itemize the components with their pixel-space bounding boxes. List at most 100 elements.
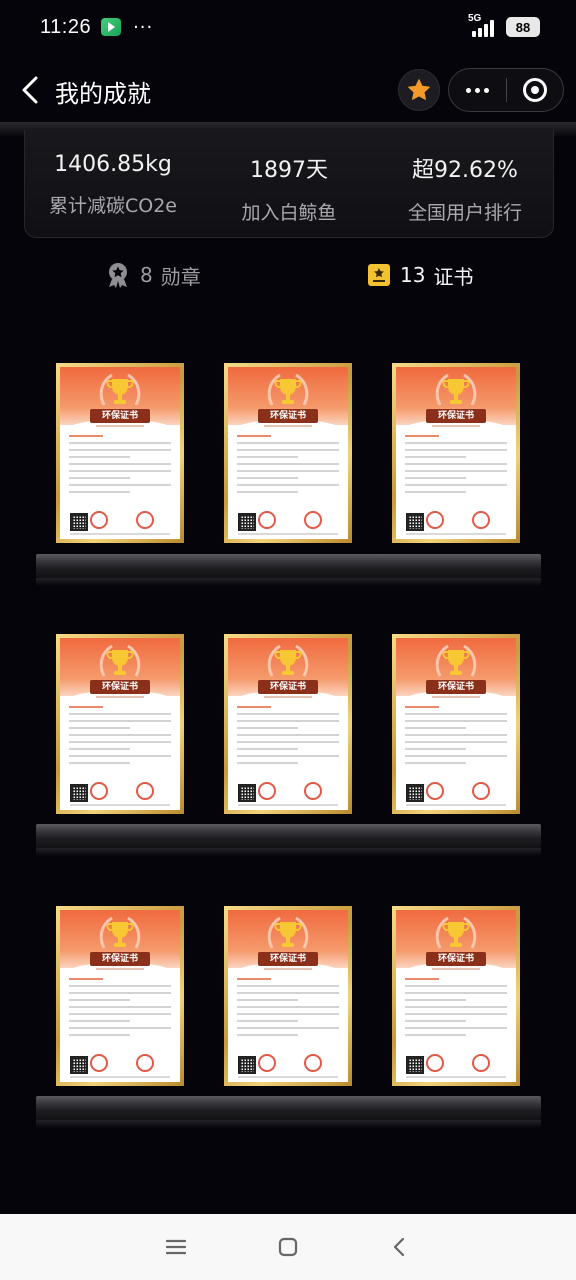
seal-icon: [426, 511, 444, 529]
shelf: [36, 554, 541, 586]
certificate-paper: 环保证书: [228, 910, 348, 1082]
certificate-body: [237, 435, 339, 498]
certificate-card[interactable]: 环保证书: [224, 363, 352, 543]
back-button[interactable]: [14, 72, 50, 108]
certificate-card[interactable]: 环保证书: [392, 906, 520, 1086]
page-title: 我的成就: [55, 80, 151, 108]
certificate-title: 环保证书: [426, 952, 486, 966]
seal-icon: [90, 782, 108, 800]
stat-rank: 超92.62% 全国用户排行: [377, 130, 553, 237]
certificate-paper: 环保证书: [228, 638, 348, 810]
trophy-icon: [435, 644, 477, 677]
trophy-icon: [267, 916, 309, 949]
signal-icon: 5G: [468, 13, 498, 37]
close-mini-program-button[interactable]: [506, 68, 563, 112]
status-bar: 11:26 ··· 5G 88: [0, 0, 576, 54]
stat-value: 1406.85kg: [54, 152, 172, 177]
certificate-footer: [238, 1076, 338, 1078]
seal-icon: [90, 1054, 108, 1072]
seal-icon: [258, 782, 276, 800]
trophy-icon: [435, 373, 477, 406]
stats-card: 1406.85kg 累计减碳CO2e 1897天 加入白鲸鱼 超92.62% 全…: [24, 130, 554, 238]
certificate-title: 环保证书: [90, 409, 150, 423]
more-button[interactable]: [449, 68, 506, 112]
more-icon: [465, 87, 471, 93]
home-square-icon: [278, 1237, 298, 1257]
menu-icon: [165, 1239, 187, 1255]
certificate-subtitle: [96, 696, 144, 698]
back-chevron-icon: [393, 1237, 405, 1257]
system-menu-button[interactable]: [156, 1227, 196, 1267]
certificate-title: 环保证书: [426, 680, 486, 694]
certificate-body: [405, 706, 507, 769]
star-icon: [408, 79, 430, 100]
nav-bar: 我的成就: [0, 60, 576, 120]
certificate-paper: 环保证书: [396, 638, 516, 810]
seal-icon: [472, 782, 490, 800]
trophy-icon: [99, 916, 141, 949]
stat-label: 全国用户排行: [407, 202, 522, 224]
certificate-body: [237, 978, 339, 1041]
tab-medals[interactable]: 8 勋章: [104, 258, 201, 292]
certificate-subtitle: [264, 425, 312, 427]
certificate-card[interactable]: 环保证书: [224, 634, 352, 814]
system-back-button[interactable]: [380, 1227, 420, 1267]
certificate-card[interactable]: 环保证书: [224, 906, 352, 1086]
certificate-footer: [70, 1076, 170, 1078]
qr-code-icon: [406, 784, 424, 802]
seal-icon: [426, 782, 444, 800]
certificate-card[interactable]: 环保证书: [392, 634, 520, 814]
certificate-card[interactable]: 环保证书: [56, 363, 184, 543]
favorite-button[interactable]: [398, 69, 440, 111]
medal-icon: [109, 263, 127, 288]
tab-count: 13: [400, 263, 426, 287]
seal-icon: [258, 1054, 276, 1072]
status-time: 11:26: [40, 15, 92, 38]
tab-certificates[interactable]: 13 证书: [366, 258, 473, 292]
certificate-footer: [406, 804, 506, 806]
certificate-card[interactable]: 环保证书: [56, 634, 184, 814]
certificate-body: [405, 435, 507, 498]
certificate-paper: 环保证书: [60, 367, 180, 539]
stat-label: 累计减碳CO2e: [49, 195, 177, 217]
certificate-title: 环保证书: [90, 952, 150, 966]
battery-indicator: 88: [506, 17, 540, 37]
certificate-paper: 环保证书: [228, 367, 348, 539]
seal-icon: [472, 511, 490, 529]
certificate-card[interactable]: 环保证书: [392, 363, 520, 543]
certificate-paper: 环保证书: [60, 910, 180, 1082]
certificate-subtitle: [432, 696, 480, 698]
system-nav-bar: [0, 1214, 576, 1280]
close-mini-program-icon: [522, 78, 547, 102]
certificate-title: 环保证书: [258, 952, 318, 966]
certificate-title: 环保证书: [426, 409, 486, 423]
certificate-paper: 环保证书: [396, 367, 516, 539]
seal-icon: [136, 511, 154, 529]
qr-code-icon: [238, 1056, 256, 1074]
video-app-icon: [101, 18, 122, 36]
seal-icon: [90, 511, 108, 529]
qr-code-icon: [238, 784, 256, 802]
certificate-card[interactable]: 环保证书: [56, 906, 184, 1086]
certificate-footer: [70, 804, 170, 806]
shelf: [36, 824, 541, 856]
certificate-body: [69, 978, 171, 1041]
certificate-subtitle: [264, 968, 312, 970]
certificate-subtitle: [264, 696, 312, 698]
certificate-subtitle: [96, 425, 144, 427]
qr-code-icon: [406, 513, 424, 531]
tab-count: 8: [140, 263, 153, 287]
qr-code-icon: [406, 1056, 424, 1074]
certificate-footer: [406, 533, 506, 535]
certificate-body: [69, 706, 171, 769]
system-home-button[interactable]: [268, 1227, 308, 1267]
trophy-icon: [267, 373, 309, 406]
seal-icon: [426, 1054, 444, 1072]
qr-code-icon: [238, 513, 256, 531]
seal-icon: [304, 1054, 322, 1072]
shelf: [36, 1096, 541, 1128]
certificate-footer: [238, 533, 338, 535]
stat-carbon: 1406.85kg 累计减碳CO2e: [25, 130, 201, 237]
seal-icon: [258, 511, 276, 529]
stat-days: 1897天 加入白鲸鱼: [201, 130, 377, 237]
